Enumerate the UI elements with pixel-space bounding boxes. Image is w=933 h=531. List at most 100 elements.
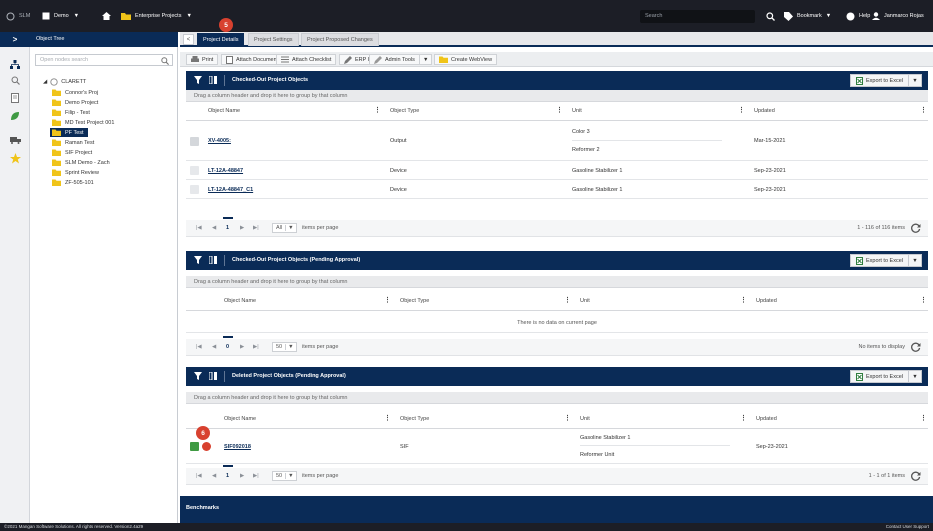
reject-icon[interactable] [202, 442, 211, 451]
tree-item[interactable]: Raman Test [52, 138, 94, 147]
attach-checklist-button[interactable]: Attach Checklist [276, 54, 337, 65]
column-object-name[interactable]: Object Name [224, 416, 256, 422]
column-unit[interactable]: Unit [580, 298, 590, 304]
column-menu-icon[interactable]: ⋮ [740, 296, 747, 304]
column-unit[interactable]: Unit [580, 416, 590, 422]
table-row[interactable]: LT-12A-48847 Device Gasoline Stabilizer … [186, 161, 928, 180]
group-by-bar[interactable]: Drag a column header and drop it here to… [186, 90, 928, 102]
benchmarks-panel-header[interactable]: Benchmarks [180, 496, 933, 523]
column-menu-icon[interactable]: ⋮ [920, 106, 927, 114]
object-name-link[interactable]: XV-4005: [208, 138, 231, 144]
column-unit[interactable]: Unit [572, 108, 582, 114]
object-name-link[interactable]: LT-12A-48847_C1 [208, 187, 253, 193]
tree-item[interactable]: ZF-505-101 [52, 178, 94, 187]
column-object-type[interactable]: Object Type [400, 416, 429, 422]
approve-icon[interactable] [190, 442, 199, 451]
chevron-down-icon[interactable]: ▼ [909, 75, 921, 86]
tree-item[interactable]: SLM Demo - Zach [52, 158, 110, 167]
next-page-button[interactable]: ▶ [240, 225, 244, 231]
column-updated[interactable]: Updated [756, 298, 777, 304]
column-menu-icon[interactable]: ⋮ [384, 296, 391, 304]
tree-item[interactable]: SIF Project [52, 148, 92, 157]
tab-project-settings[interactable]: Project Settings [248, 33, 299, 46]
column-object-type[interactable]: Object Type [400, 298, 429, 304]
prev-page-button[interactable]: ◀ [212, 225, 216, 231]
column-menu-icon[interactable]: ⋮ [920, 296, 927, 304]
current-page[interactable]: 1 [226, 473, 229, 479]
tree-item[interactable]: Filip - Test [52, 108, 90, 117]
tree-search-input[interactable]: Open nodes search [35, 54, 173, 66]
first-page-button[interactable]: |◀ [196, 473, 202, 479]
filter-icon[interactable] [194, 256, 202, 264]
global-search-input[interactable]: Search [640, 10, 755, 23]
filter-icon[interactable] [194, 76, 202, 84]
star-icon[interactable] [9, 152, 21, 164]
user-menu[interactable]: Janmarco Rojas [872, 10, 924, 22]
next-page-button[interactable]: ▶ [240, 473, 244, 479]
group-by-bar[interactable]: Drag a column header and drop it here to… [186, 276, 928, 288]
document-icon[interactable] [190, 137, 199, 146]
current-page[interactable]: 0 [226, 344, 229, 350]
table-row[interactable]: LT-12A-48847_C1 Device Gasoline Stabiliz… [186, 180, 928, 199]
columns-icon[interactable] [209, 256, 217, 264]
column-updated[interactable]: Updated [754, 108, 775, 114]
search-button[interactable] [766, 10, 775, 22]
tree-root-node[interactable]: ◢ CLARETT [43, 78, 86, 86]
tree-item-selected[interactable]: PF Test [50, 128, 88, 137]
section-dropdown[interactable]: Enterprise Projects ▼ [121, 10, 192, 22]
object-name-link[interactable]: LT-12A-48847 [208, 168, 243, 174]
export-to-excel-button[interactable]: Export to Excel ▼ [850, 74, 922, 87]
app-switcher[interactable]: SLM [6, 10, 30, 22]
tree-item[interactable]: Sprint Review [52, 168, 99, 177]
contact-support-link[interactable]: Contact User Support [886, 524, 929, 530]
collapse-triangle-icon[interactable]: ◢ [43, 79, 47, 85]
chevron-down-icon[interactable]: ▼ [909, 371, 921, 382]
columns-icon[interactable] [209, 76, 217, 84]
hierarchy-icon[interactable] [9, 58, 21, 70]
column-object-name[interactable]: Object Name [208, 108, 240, 114]
page-size-select[interactable]: All ▼ [272, 223, 297, 233]
column-menu-icon[interactable]: ⋮ [740, 414, 747, 422]
export-to-excel-button[interactable]: Export to Excel ▼ [850, 370, 922, 383]
leaf-icon[interactable] [9, 110, 21, 122]
tab-project-proposed-changes[interactable]: Project Proposed Changes [301, 33, 379, 46]
print-button[interactable]: Print [186, 54, 219, 65]
prev-page-button[interactable]: ◀ [212, 344, 216, 350]
refresh-icon[interactable] [911, 223, 921, 233]
object-name-link[interactable]: SIF092018 [224, 444, 251, 450]
refresh-icon[interactable] [911, 342, 921, 352]
page-size-select[interactable]: 50 ▼ [272, 471, 297, 481]
refresh-icon[interactable] [911, 471, 921, 481]
column-object-name[interactable]: Object Name [224, 298, 256, 304]
home-button[interactable] [102, 10, 111, 22]
help-menu[interactable]: Help [846, 10, 870, 22]
chevron-down-icon[interactable]: ▼ [909, 255, 921, 266]
filter-icon[interactable] [194, 372, 202, 380]
attach-document-button[interactable]: Attach Document [221, 54, 284, 65]
column-object-type[interactable]: Object Type [390, 108, 419, 114]
search-icon[interactable] [9, 74, 21, 86]
document-icon[interactable] [9, 92, 21, 104]
tab-project-details[interactable]: Project Details [197, 33, 245, 46]
column-menu-icon[interactable]: ⋮ [738, 106, 745, 114]
column-menu-icon[interactable]: ⋮ [556, 106, 563, 114]
column-menu-icon[interactable]: ⋮ [374, 106, 381, 114]
last-page-button[interactable]: ▶| [253, 344, 259, 350]
back-tab-button[interactable]: < [183, 34, 194, 45]
truck-icon[interactable] [9, 134, 21, 146]
group-by-bar[interactable]: Drag a column header and drop it here to… [186, 392, 928, 404]
export-button-main[interactable]: Export to Excel [851, 371, 909, 382]
export-button-main[interactable]: Export to Excel [851, 255, 909, 266]
column-menu-icon[interactable]: ⋮ [564, 414, 571, 422]
document-icon[interactable] [190, 166, 199, 175]
page-size-select[interactable]: 50 ▼ [272, 342, 297, 352]
admin-tools-dropdown[interactable]: ▼ [419, 54, 433, 65]
admin-tools-button[interactable]: Admin Tools [369, 54, 420, 65]
first-page-button[interactable]: |◀ [196, 344, 202, 350]
column-menu-icon[interactable]: ⋮ [564, 296, 571, 304]
tree-item[interactable]: MD Test Project 001 [52, 118, 114, 127]
table-row[interactable]: SIF092018 SIF Gasoline Stabilizer 1 Refo… [186, 429, 928, 464]
bookmark-menu[interactable]: Bookmark ▼ [784, 10, 831, 22]
prev-page-button[interactable]: ◀ [212, 473, 216, 479]
current-page[interactable]: 1 [226, 225, 229, 231]
